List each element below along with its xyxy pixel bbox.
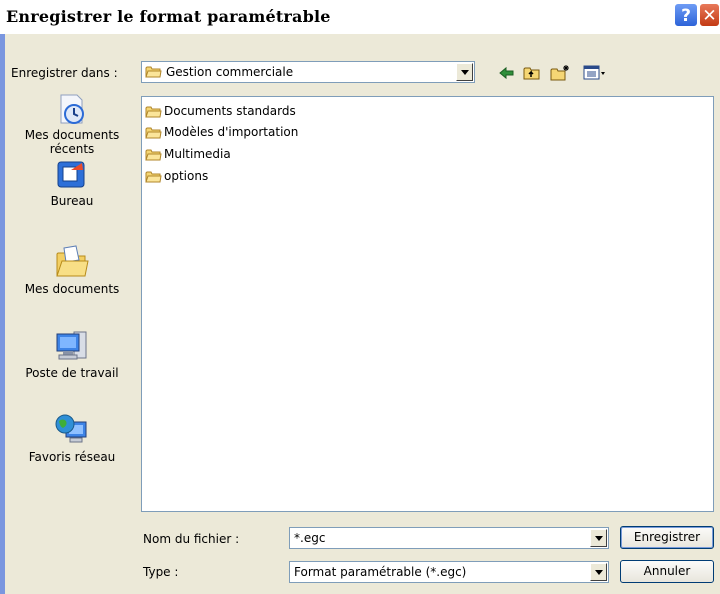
file-name: Multimedia [164,147,231,161]
recent-documents-icon [60,94,84,124]
place-label: Bureau [50,194,94,208]
file-name: options [164,169,209,183]
file-name: Modèles d'importation [164,125,299,139]
close-button[interactable]: ✕ [699,3,720,27]
new-folder-icon[interactable] [550,64,570,82]
window-frame [0,34,5,594]
up-folder-icon[interactable] [523,64,541,82]
place-my-documents[interactable]: Mes documents [10,244,134,296]
cancel-button[interactable]: Annuler [620,560,714,583]
folder-icon [145,66,162,78]
place-network[interactable]: Favoris réseau [10,412,134,464]
chevron-down-icon[interactable] [456,63,473,81]
folder-icon [145,171,162,183]
network-places-icon [55,414,87,443]
save-in-label: Enregistrer dans : [11,66,118,80]
type-value: Format paramétrable (*.egc) [294,565,467,579]
title-bar[interactable]: Enregistrer le format paramétrable ? ✕ [0,0,720,34]
help-button[interactable]: ? [674,3,698,27]
folder-icon [145,127,162,139]
folder-icon [145,149,162,161]
desktop-icon [57,161,85,188]
folder-icon [145,106,162,118]
save-button[interactable]: Enregistrer [620,526,714,549]
back-arrow-icon[interactable] [498,64,516,82]
place-label: Favoris réseau [28,450,116,464]
window-title: Enregistrer le format paramétrable [6,7,331,26]
my-computer-icon [56,331,87,360]
type-select[interactable]: Format paramétrable (*.egc) [289,561,609,583]
chevron-down-icon[interactable] [590,529,607,547]
type-label: Type : [143,565,179,579]
save-in-value: Gestion commerciale [166,65,294,79]
place-label: Mes documents récents [24,128,120,156]
view-menu-icon[interactable] [583,64,607,82]
filename-field[interactable]: *.egc [289,527,609,549]
file-name: Documents standards [164,104,296,118]
places-bar: Mes documents récents Bureau Mes documen… [10,92,134,504]
filename-label: Nom du fichier : [143,532,240,546]
save-in-combo[interactable]: Gestion commerciale [141,61,475,83]
place-recent[interactable]: Mes documents récents [10,92,134,156]
place-desktop[interactable]: Bureau [10,158,134,208]
my-documents-icon [56,245,89,277]
filename-value: *.egc [294,531,326,545]
place-label: Mes documents [24,282,120,296]
place-label: Poste de travail [25,366,119,380]
chevron-down-icon[interactable] [590,563,607,581]
file-list[interactable]: Documents standards Modèles d'importatio… [141,96,714,512]
place-my-computer[interactable]: Poste de travail [10,328,134,380]
